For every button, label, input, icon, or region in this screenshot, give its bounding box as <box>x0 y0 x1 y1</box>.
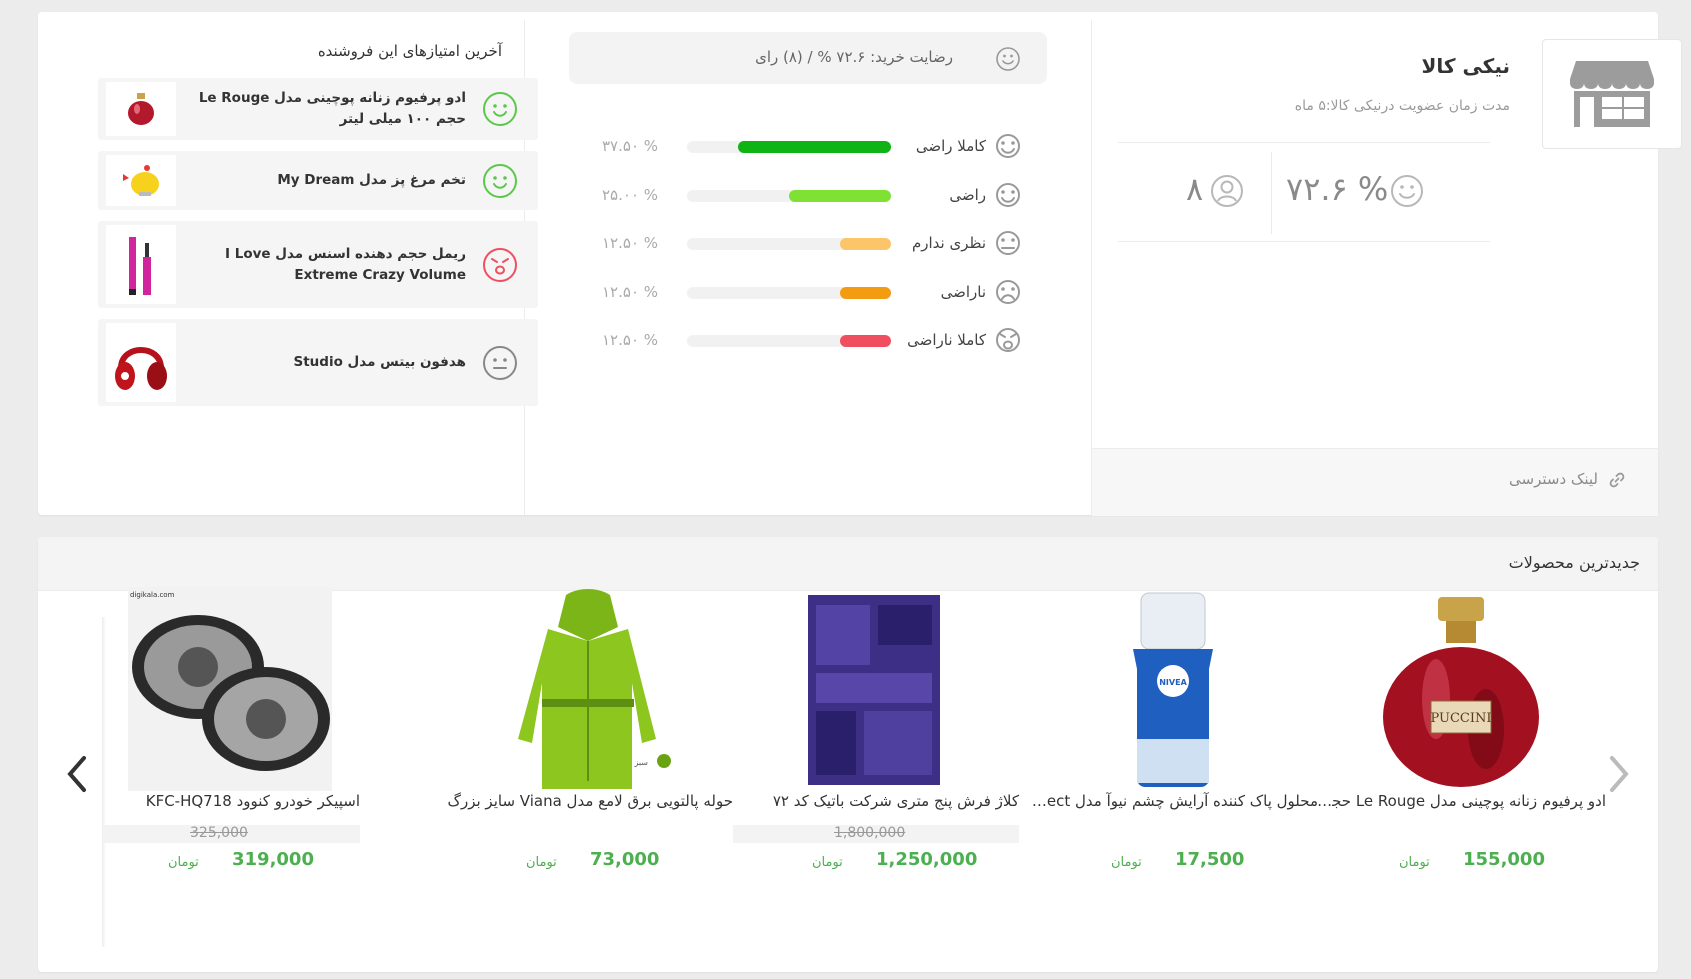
price: 1,250,000 <box>876 849 978 870</box>
old-price: 1,800,000 <box>834 825 906 841</box>
link-icon <box>1608 471 1626 493</box>
happy-icon <box>995 182 1021 212</box>
satisfaction-percent: % ۷۲.۶ <box>1286 170 1389 208</box>
seller-rating-card: نیکی کالا مدت زمان عضویت درنیکی کالا:۵ م… <box>38 12 1682 516</box>
rating-label: راضی <box>949 185 986 204</box>
satisfaction-summary: رضایت خرید: ۷۲.۶ % / (۸) رای <box>755 48 953 66</box>
rating-bar-fill <box>840 238 891 250</box>
rating-bar <box>687 286 891 299</box>
recent-rating-product[interactable]: ریمل حجم دهنده اسنس مدل I Love Extreme C… <box>186 244 466 286</box>
currency-label: تومان <box>812 855 843 870</box>
very-happy-icon <box>995 133 1021 163</box>
car-speaker-image[interactable]: digikala.com <box>128 587 332 791</box>
rating-bar-fill <box>738 141 891 153</box>
rating-bar-fill <box>840 286 891 299</box>
store-icon <box>1542 39 1682 149</box>
mascara-thumbnail <box>106 225 176 304</box>
makeup-remover-image[interactable]: NIVEA <box>1071 587 1275 791</box>
happy-face-icon <box>482 91 518 131</box>
newest-products-card: جدیدترین محصولات PUCCINI ادو پرفیوم زنانه… <box>38 537 1658 972</box>
newest-products-title: جدیدترین محصولات <box>1508 553 1640 572</box>
rating-bar <box>687 189 891 202</box>
product-title[interactable]: ادو پرفیوم زنانه پوچینی مدل Le Rouge حجم… <box>1316 792 1606 810</box>
headphone-thumbnail <box>106 323 176 402</box>
svg-text:digikala.com: digikala.com <box>130 591 175 599</box>
product-title[interactable]: محلول پاک کننده آرایش چشم نیوآ مدل Doubl… <box>1028 792 1318 810</box>
rating-percent: ۱۲.۵۰ % <box>602 234 659 252</box>
carousel-next-arrow[interactable] <box>1608 755 1630 797</box>
svg-text:NIVEA: NIVEA <box>1159 678 1187 687</box>
svg-text:PUCCINI: PUCCINI <box>1430 711 1491 726</box>
carousel-edge <box>102 617 106 947</box>
currency-label: تومان <box>168 855 199 870</box>
divider <box>1118 241 1490 242</box>
happy-face-icon <box>482 163 518 203</box>
rating-bar <box>687 335 891 347</box>
neutral-face-icon <box>482 345 518 385</box>
currency-label: تومان <box>1399 855 1430 870</box>
divider <box>1271 152 1272 234</box>
rating-percent: ۱۲.۵۰ % <box>602 282 659 301</box>
recent-ratings-title: آخرین امتیازهای این فروشنده <box>317 42 502 60</box>
section-header: جدیدترین محصولات <box>38 537 1658 591</box>
angry-face-icon <box>482 247 518 287</box>
recent-rating-item[interactable]: تخم مرغ پز مدل My Dream <box>98 151 538 210</box>
bathrobe-image[interactable]: سبز <box>486 587 690 791</box>
perfume-image[interactable]: PUCCINI <box>1359 587 1563 791</box>
recent-rating-product[interactable]: ادو پرفیوم زنانه پوچینی مدل Le Rouge حجم… <box>186 88 466 130</box>
rating-label: کاملا ناراضی <box>907 331 986 349</box>
rating-bar-fill <box>789 189 891 202</box>
recent-rating-product[interactable]: هدفون بیتس مدل Studio <box>186 352 467 373</box>
smile-icon <box>995 46 1021 76</box>
smile-icon <box>1390 174 1424 212</box>
recent-rating-item[interactable]: ادو پرفیوم زنانه پوچینی مدل Le Rouge حجم… <box>98 78 538 140</box>
rating-bar <box>687 141 891 153</box>
rating-percent: ۱۲.۵۰ % <box>602 331 659 349</box>
user-icon <box>1210 174 1244 212</box>
membership-duration: مدت زمان عضویت درنیکی کالا:۵ ماه <box>1294 98 1510 114</box>
carousel-prev-arrow[interactable] <box>66 755 88 797</box>
egg-cooker-thumbnail <box>106 155 176 206</box>
price: 155,000 <box>1463 849 1545 870</box>
divider <box>1118 142 1490 143</box>
currency-label: تومان <box>1111 855 1142 870</box>
svg-text:سبز: سبز <box>633 758 648 767</box>
carpet-image[interactable] <box>772 587 976 791</box>
old-price: 325,000 <box>190 825 248 841</box>
rating-label: ناراضی <box>940 282 986 301</box>
votes-count: ۸ <box>1186 170 1204 208</box>
price: 319,000 <box>232 849 314 870</box>
recent-rating-item[interactable]: هدفون بیتس مدل Studio <box>98 319 538 406</box>
recent-rating-product[interactable]: تخم مرغ پز مدل My Dream <box>186 170 466 191</box>
sad-icon <box>995 279 1021 309</box>
rating-bar <box>687 238 891 250</box>
product-title[interactable]: حوله پالتویی برق لامع مدل Viana سایز بزر… <box>443 792 733 810</box>
price: 17,500 <box>1175 849 1245 870</box>
neutral-icon <box>995 230 1021 260</box>
rating-percent: ۳۷.۵۰ % <box>602 137 659 155</box>
rating-label: کاملا راضی <box>915 137 986 155</box>
access-link[interactable]: لینک دسترسی <box>1509 470 1598 488</box>
perfume-thumbnail <box>106 82 176 136</box>
price: 73,000 <box>590 849 660 870</box>
very-sad-icon <box>995 327 1021 357</box>
rating-bar-fill <box>840 335 891 347</box>
currency-label: تومان <box>526 855 557 870</box>
divider <box>1091 20 1092 515</box>
seller-name: نیکی کالا <box>1421 54 1510 78</box>
product-title[interactable]: اسپیکر خودرو کنوود KFC-HQ718 <box>100 792 360 810</box>
product-title[interactable]: کلاژ فرش پنج متری شرکت باتیک کد ۷۲ <box>729 792 1019 810</box>
rating-label: نظری ندارم <box>911 234 986 252</box>
recent-rating-item[interactable]: ریمل حجم دهنده اسنس مدل I Love Extreme C… <box>98 221 538 308</box>
rating-percent: ۲۵.۰۰ % <box>602 185 659 204</box>
